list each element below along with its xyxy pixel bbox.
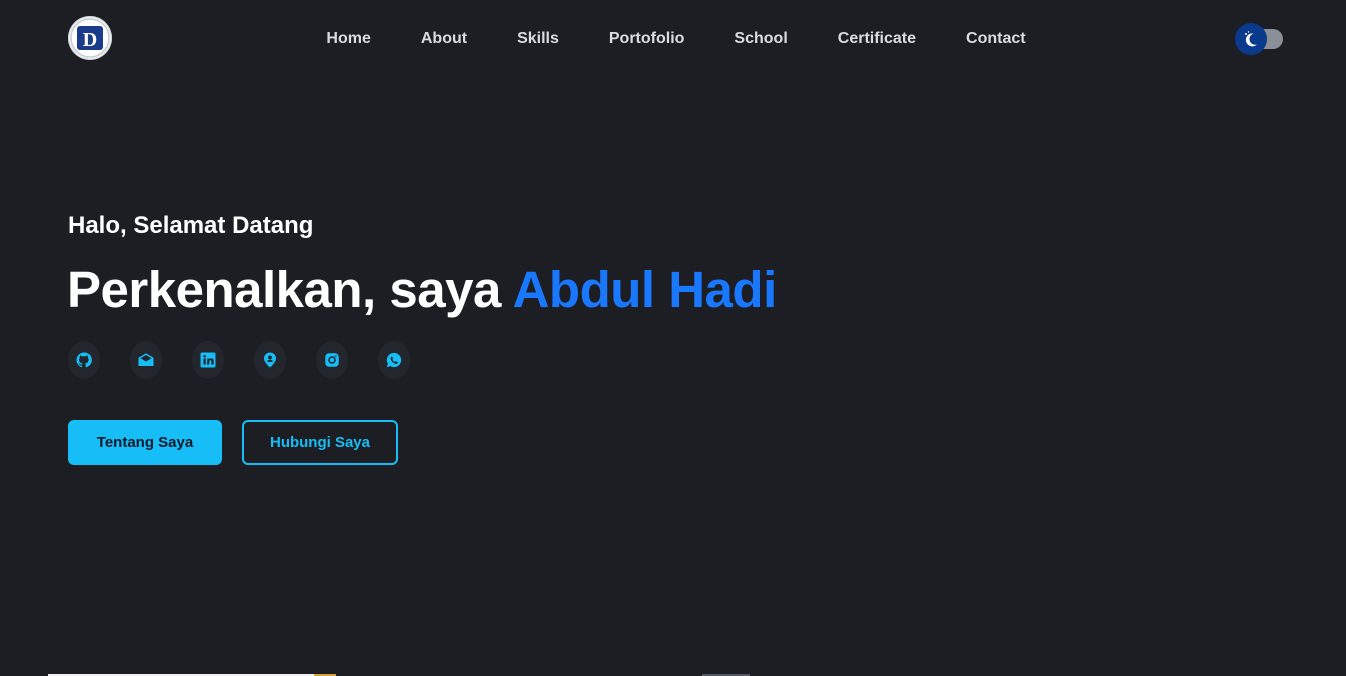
contact-me-button[interactable]: Hubungi Saya (242, 420, 398, 465)
instagram-icon (325, 353, 339, 367)
nav-home[interactable]: Home (326, 28, 370, 50)
nav-skills[interactable]: Skills (517, 28, 559, 50)
nav-certificate[interactable]: Certificate (838, 28, 916, 50)
location-user-icon (264, 352, 276, 368)
about-me-button[interactable]: Tentang Saya (68, 420, 222, 465)
social-links (68, 341, 410, 379)
hero-headline: Perkenalkan, saya Abdul Hadi (67, 258, 777, 322)
linkedin-link[interactable] (192, 341, 224, 379)
location-link[interactable] (254, 341, 286, 379)
nav-portofolio[interactable]: Portofolio (609, 28, 685, 50)
page: D Home About Skills Portofolio School Ce… (0, 0, 1346, 676)
moon-icon (1245, 31, 1257, 47)
mail-icon (138, 353, 154, 366)
theme-toggle[interactable] (1235, 23, 1284, 55)
headline-prefix: Perkenalkan, saya (67, 261, 513, 318)
email-link[interactable] (130, 341, 162, 379)
nav-about[interactable]: About (421, 28, 467, 50)
toggle-knob (1235, 23, 1267, 55)
instagram-link[interactable] (316, 341, 348, 379)
whatsapp-icon (386, 352, 402, 368)
github-link[interactable] (68, 341, 100, 379)
github-icon (76, 352, 92, 368)
nav-school[interactable]: School (734, 28, 787, 50)
linkedin-icon (200, 352, 216, 368)
hero-greeting: Halo, Selamat Datang (68, 212, 314, 239)
headline-name: Abdul Hadi (512, 261, 778, 318)
main-nav: Home About Skills Portofolio School Cert… (0, 28, 1346, 50)
nav-contact[interactable]: Contact (966, 28, 1026, 50)
site-header: D Home About Skills Portofolio School Ce… (0, 0, 1346, 78)
whatsapp-link[interactable] (378, 341, 410, 379)
